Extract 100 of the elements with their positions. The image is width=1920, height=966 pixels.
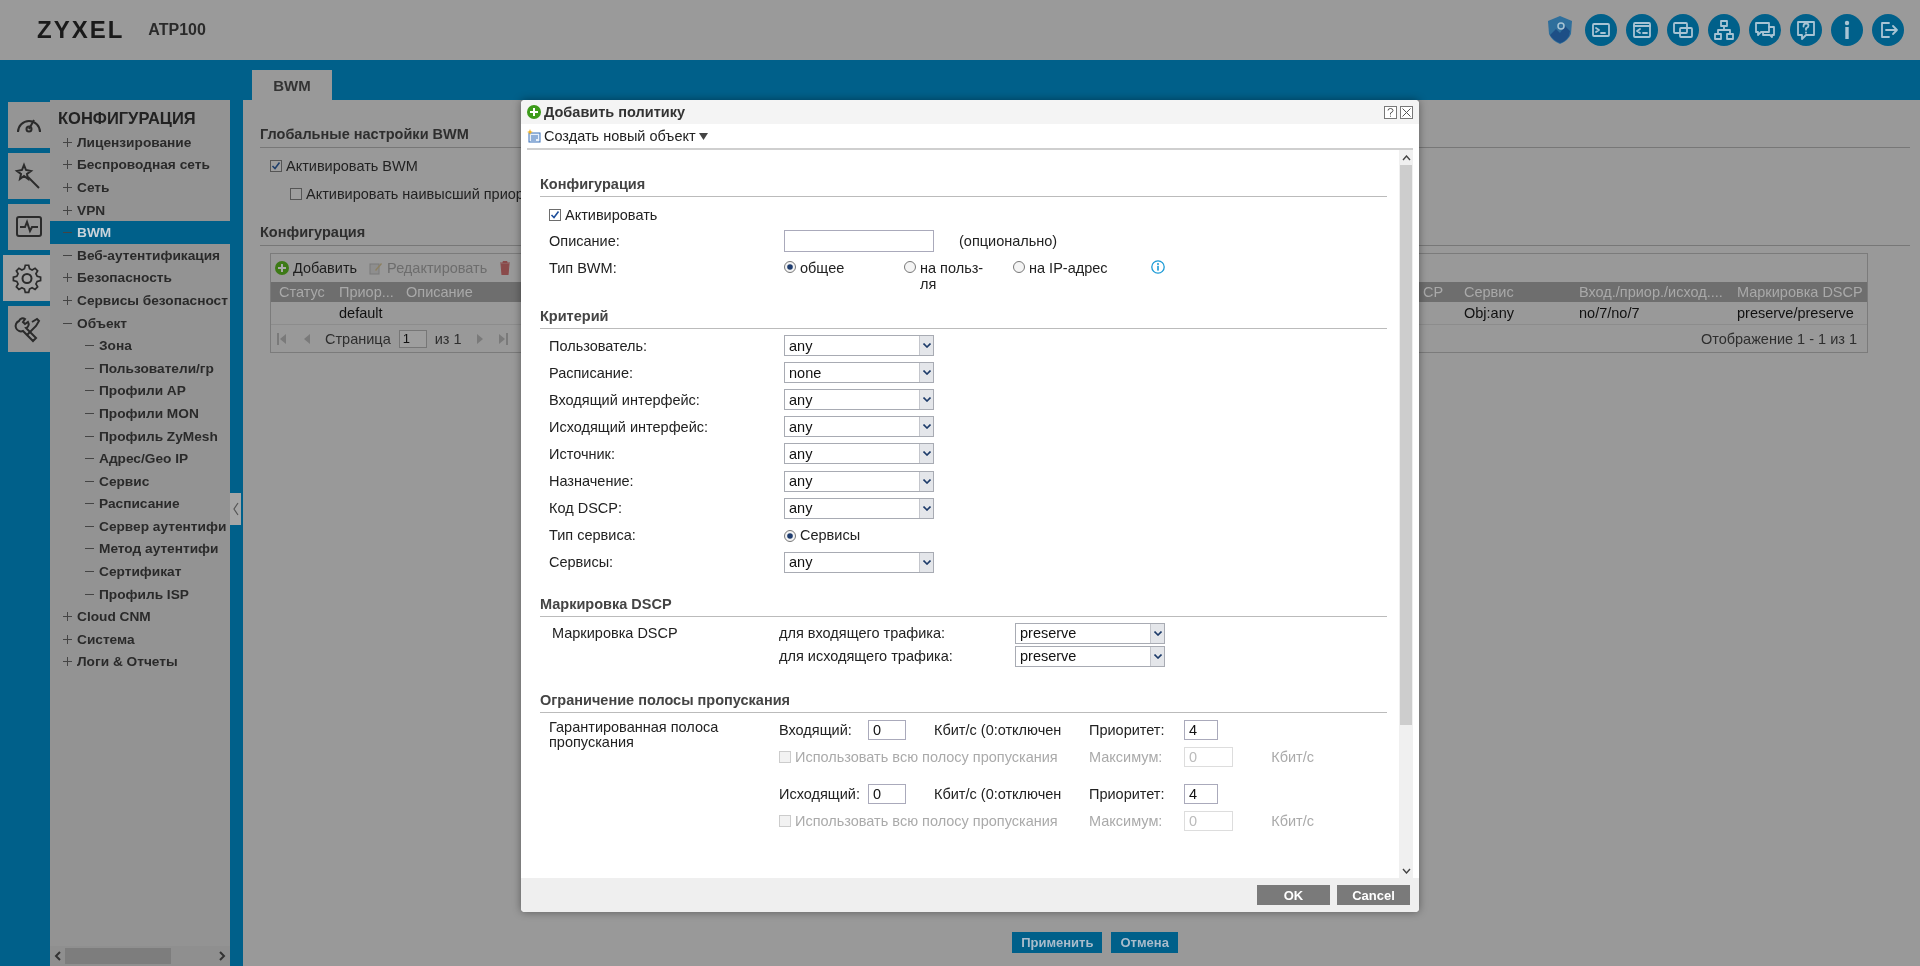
plus-icon[interactable] (63, 137, 72, 147)
menu-item[interactable]: Метод аутентифи (50, 537, 230, 561)
add-button[interactable]: Добавить (275, 260, 358, 276)
radio-button[interactable] (1013, 261, 1025, 273)
scrollbar[interactable] (1399, 150, 1413, 878)
rate-field[interactable]: 0 (868, 719, 906, 740)
menu-item[interactable]: BWM (50, 221, 230, 244)
menu-item[interactable]: Зона (50, 334, 230, 357)
ok-button[interactable]: OK (1257, 885, 1330, 905)
chevron-down-icon[interactable] (1401, 868, 1411, 874)
apply-button[interactable]: Применить (1012, 932, 1103, 953)
scrollbar[interactable] (50, 946, 230, 966)
model-name: ATP100 (148, 21, 206, 39)
dropdown[interactable]: any (784, 389, 934, 411)
radio-button[interactable] (904, 261, 916, 273)
chevron-left-icon[interactable] (54, 951, 61, 961)
chat-icon[interactable] (1749, 14, 1781, 46)
menu-item[interactable]: Адрес/Geo IP (50, 447, 230, 470)
dropdown[interactable]: preserve (1015, 645, 1165, 667)
plus-icon[interactable] (63, 657, 72, 667)
logout-icon[interactable] (1872, 14, 1904, 46)
menu-item[interactable]: Расписание (50, 492, 230, 516)
rail-tab[interactable] (3, 255, 50, 301)
priority-field[interactable]: 4 (1184, 719, 1218, 740)
dropdown[interactable]: any (784, 335, 934, 357)
field-label: Максимум: (1089, 748, 1164, 765)
dropdown[interactable]: preserve (1015, 622, 1165, 644)
dropdown[interactable]: any (784, 497, 934, 519)
menu-item[interactable]: Лицензирование (50, 131, 230, 154)
menu-item[interactable]: Объект (50, 311, 230, 335)
help-button[interactable] (1384, 105, 1397, 119)
dropdown[interactable]: any (784, 551, 934, 573)
menu-item[interactable]: Система (50, 628, 230, 651)
plus-icon[interactable] (63, 634, 72, 644)
chevron-down-icon (922, 397, 931, 403)
checkbox-label: Активировать (565, 207, 658, 223)
unit-label: Кбит/с (0:отключен (934, 785, 1063, 802)
menu-item[interactable]: Пользователи/гр (50, 356, 230, 380)
plus-circle-icon (527, 105, 541, 119)
plus-icon[interactable] (63, 273, 72, 283)
page-field[interactable]: 1 (398, 329, 427, 348)
plus-icon[interactable] (63, 205, 72, 215)
menu-item[interactable]: Сервер аутентифи (50, 515, 230, 538)
chevron-left-icon (232, 502, 239, 516)
info-icon[interactable] (1151, 260, 1165, 274)
plus-icon[interactable] (63, 160, 72, 170)
checkbox[interactable] (270, 160, 282, 172)
windows-icon[interactable] (1667, 14, 1699, 46)
menu-item[interactable]: Сервисы безопасност (50, 289, 230, 312)
menu-item[interactable]: Сеть (50, 176, 230, 199)
network-icon[interactable] (1708, 14, 1740, 46)
cancel-button[interactable]: Cancel (1337, 885, 1410, 905)
plus-icon[interactable] (63, 612, 72, 622)
radio-button[interactable] (784, 529, 796, 542)
console-icon[interactable] (1626, 14, 1658, 46)
rate-field[interactable]: 0 (868, 783, 906, 804)
rail-tab[interactable] (8, 306, 50, 352)
field-label: Маркировка DSCP (551, 625, 679, 642)
close-button[interactable] (1400, 105, 1413, 119)
cancel-button[interactable]: Отмена (1111, 932, 1178, 953)
help-icon[interactable] (1790, 14, 1822, 46)
menu-item[interactable]: Cloud CNM (50, 605, 230, 629)
menu-item[interactable]: Веб-аутентификация (50, 243, 230, 267)
rail-tab[interactable] (8, 102, 50, 148)
unit-label: Кбит/с (1271, 812, 1314, 829)
create-object-menu[interactable]: Создать новый объект (527, 128, 708, 144)
rail-tab[interactable] (8, 204, 50, 250)
dropdown[interactable]: any (784, 443, 934, 465)
menu-item[interactable]: Сертификат (50, 560, 230, 583)
dropdown[interactable]: any (784, 416, 934, 438)
plus-icon[interactable] (63, 183, 72, 192)
field-label: Исходящий: (779, 785, 861, 802)
tab[interactable]: BWM (252, 70, 332, 100)
menu-item[interactable]: VPN (50, 198, 230, 222)
dropdown[interactable]: none (784, 362, 934, 384)
dropdown[interactable]: any (784, 470, 934, 492)
chevron-down-icon (922, 559, 931, 565)
menu-item[interactable]: Профиль ZyMesh (50, 424, 230, 448)
table-cell-text: no/7/no/7 (1579, 305, 1641, 321)
menu-item[interactable]: Профили AP (50, 379, 230, 403)
checkbox[interactable] (290, 188, 302, 200)
priority-field[interactable]: 4 (1184, 783, 1218, 804)
chevron-up-icon[interactable] (1401, 155, 1411, 161)
checkbox[interactable] (549, 209, 561, 221)
menu-item[interactable]: Беспроводная сеть (50, 153, 230, 177)
chevron-right-icon[interactable] (219, 951, 226, 961)
terminal-icon[interactable] (1585, 14, 1617, 46)
chevron-down-icon (1153, 653, 1162, 659)
menu-item[interactable]: Логи & Отчеты (50, 650, 230, 674)
collapse-handle[interactable] (230, 493, 241, 525)
plus-icon[interactable] (63, 295, 72, 305)
description-field[interactable] (784, 229, 934, 252)
rail-tab[interactable] (8, 153, 50, 199)
menu-item[interactable]: Профили MON (50, 402, 230, 425)
radio-button[interactable] (784, 261, 796, 273)
menu-item[interactable]: Сервис (50, 469, 230, 493)
radio-label: на IP-адрес (1029, 260, 1108, 276)
info-icon[interactable] (1831, 14, 1863, 46)
menu-item[interactable]: Профиль ISP (50, 582, 230, 606)
menu-item[interactable]: Безопасность (50, 266, 230, 290)
